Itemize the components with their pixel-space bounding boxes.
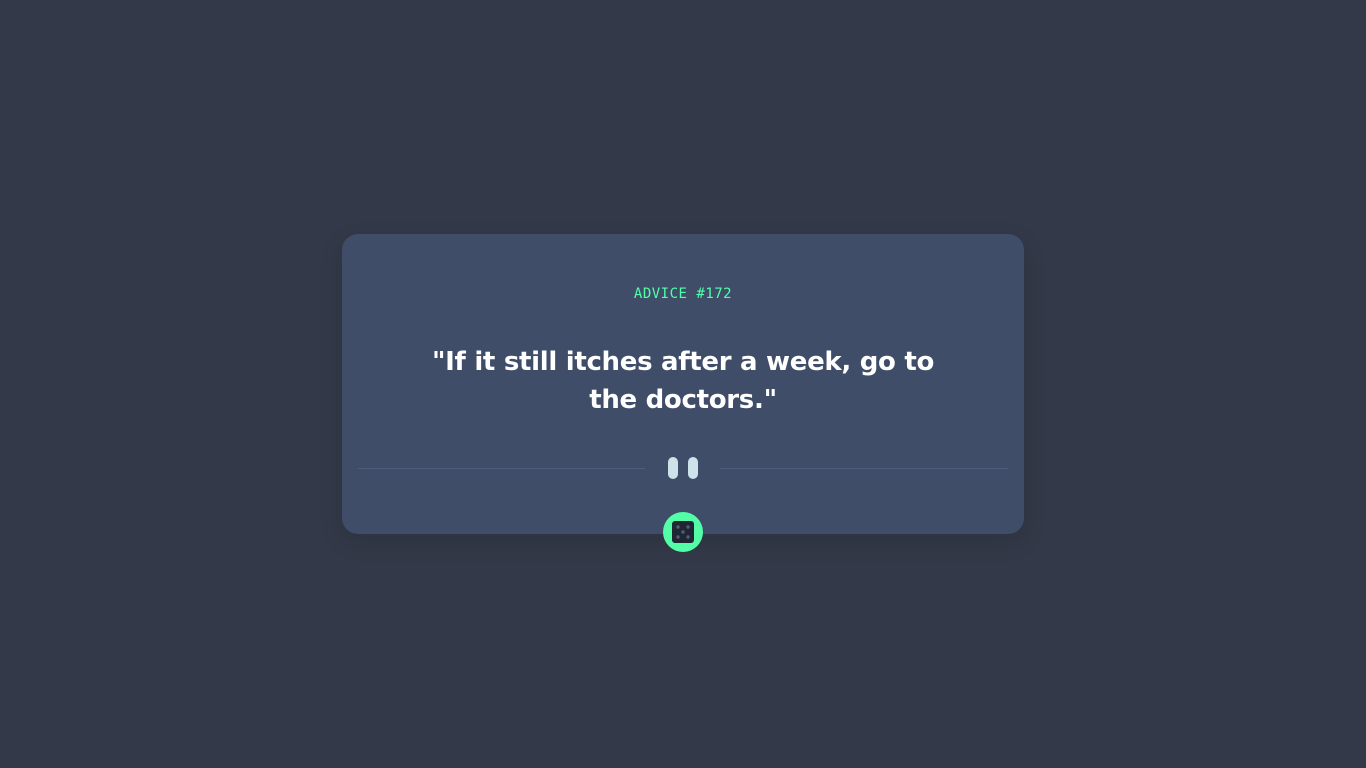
divider-line-left — [358, 468, 645, 469]
dice-icon — [672, 521, 694, 543]
pause-icon — [668, 457, 698, 479]
pause-bar-right — [688, 457, 698, 479]
advice-number: ADVICE #172 — [633, 286, 733, 302]
advice-quote: "If it still itches after a week, go to … — [431, 347, 935, 415]
advice-card: ADVICE #172 "If it still itches after a … — [342, 234, 1024, 534]
divider-line-right — [720, 468, 1008, 469]
pause-bar-left — [668, 457, 678, 479]
page: ADVICE #172 "If it still itches after a … — [0, 0, 1366, 768]
new-advice-button[interactable] — [663, 512, 703, 552]
